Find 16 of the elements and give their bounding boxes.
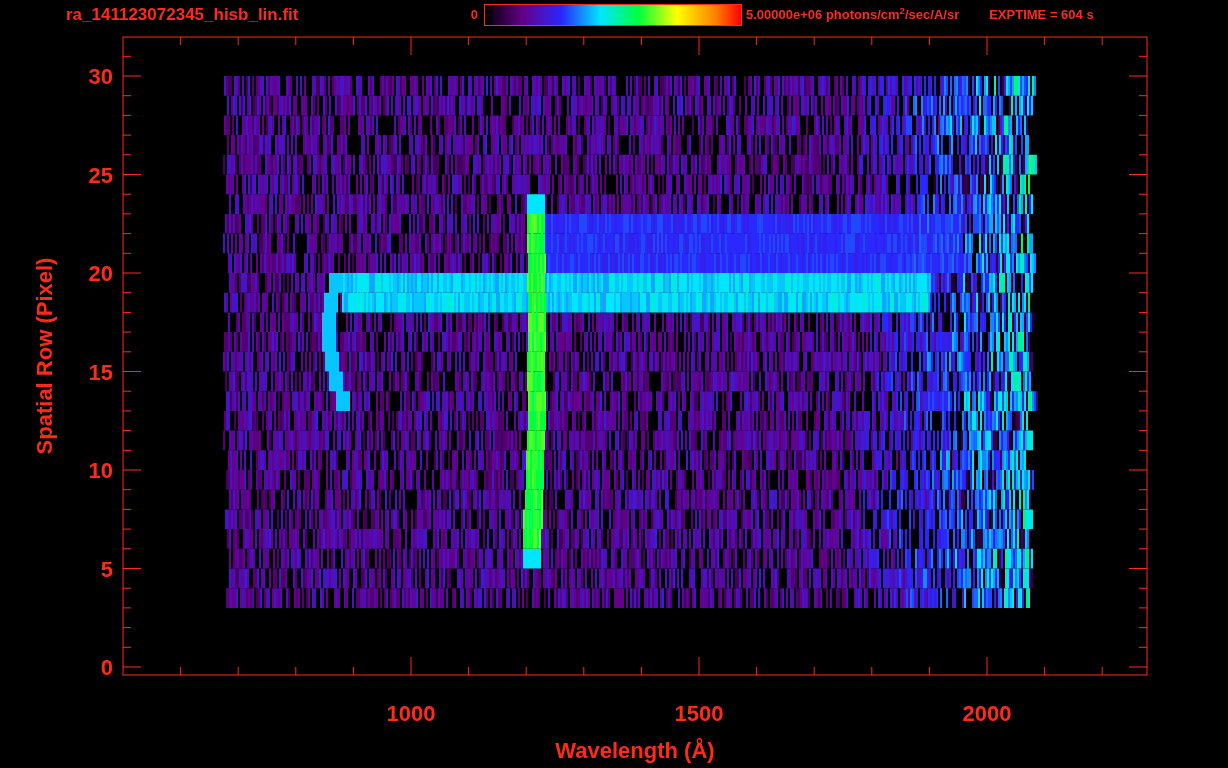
- exposure-time-label: EXPTIME = 604 s: [989, 6, 1094, 25]
- x-tick-label: 1000: [386, 701, 436, 726]
- y-tick-label: 30: [88, 64, 113, 89]
- y-tick-label: 15: [88, 359, 113, 385]
- colorbar-min-label: 0: [469, 6, 478, 25]
- y-axis-title: Spatial Row (Pixel): [32, 257, 57, 455]
- y-tick-label: 10: [88, 458, 113, 483]
- y-tick-label: 20: [88, 261, 113, 286]
- colorbar-max-label: 5.00000e+06 photons/cm$^{2}$/sec/A/sr: [746, 5, 960, 25]
- y-tick-label: 0: [100, 655, 113, 680]
- x-axis-title: Wavelength (Å): [555, 738, 715, 763]
- y-tick-label: 25: [88, 162, 113, 188]
- y-tick-label: 5: [100, 556, 113, 582]
- x-tick-label: 2000: [962, 701, 1012, 726]
- x-tick-label: 1500: [674, 701, 724, 726]
- file-title: ra_141123072345_hisb_lin.fit: [66, 4, 300, 27]
